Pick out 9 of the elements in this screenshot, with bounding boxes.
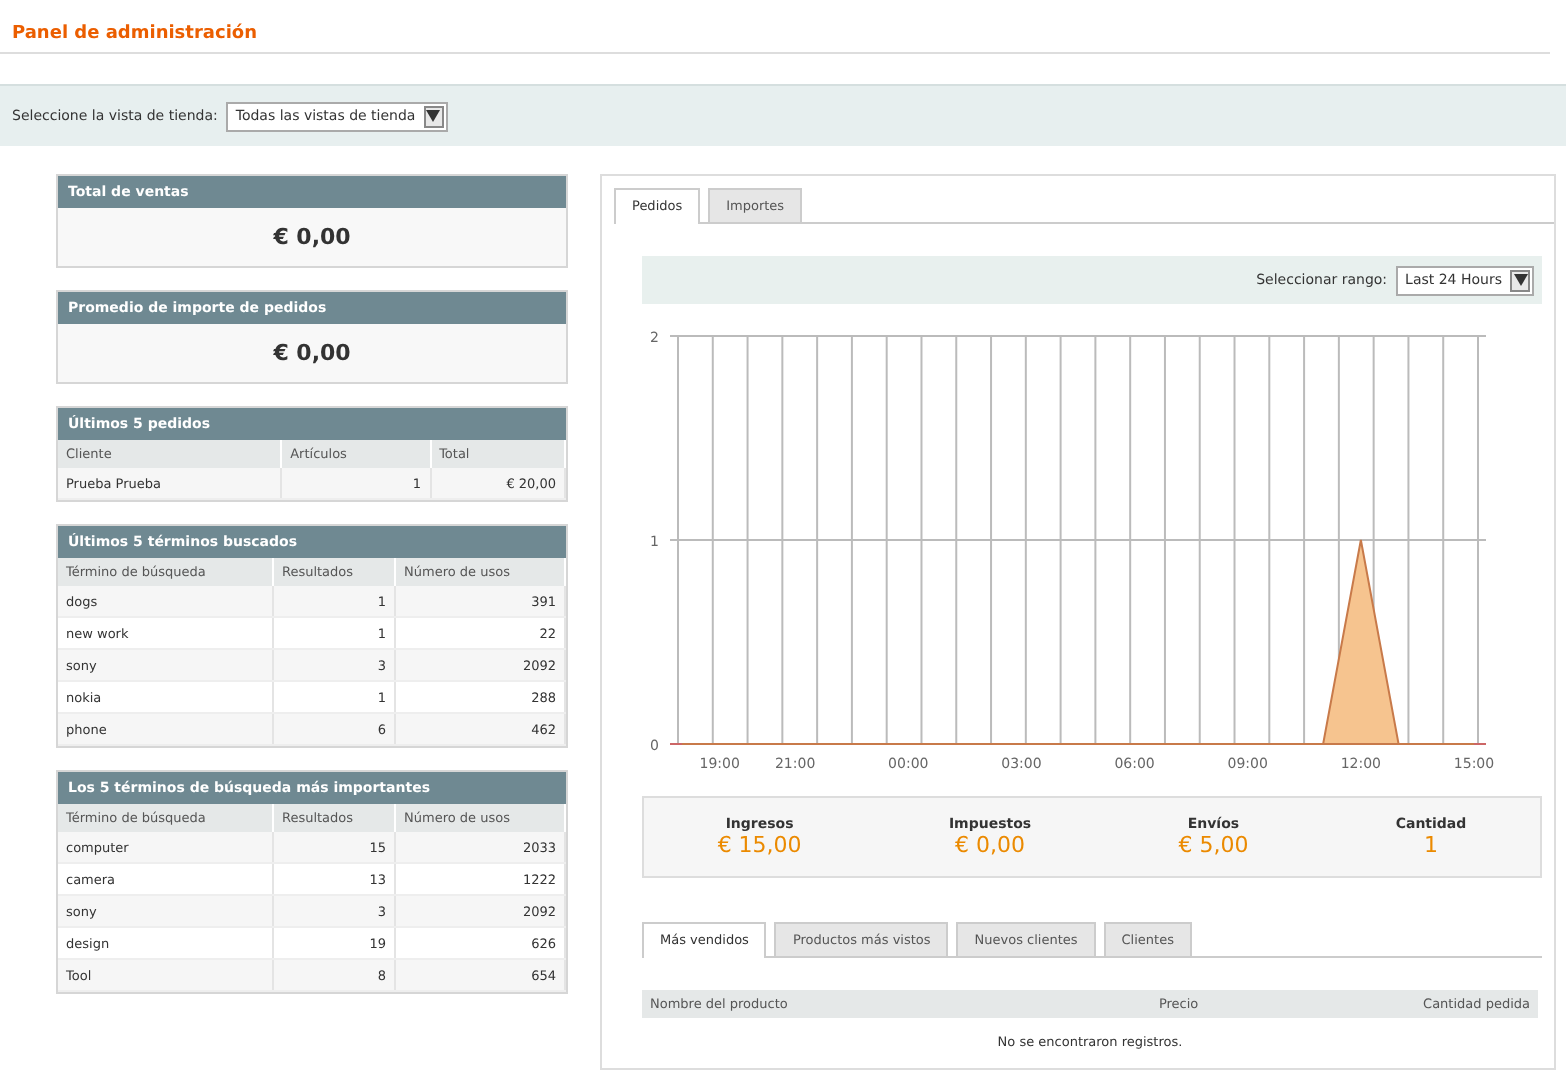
total-value: € 5,00 <box>1178 832 1249 858</box>
total-value: € 15,00 <box>717 832 802 858</box>
page-title: Panel de administración <box>0 0 1550 54</box>
summary-value: € 0,00 <box>271 338 353 370</box>
dropdown-icon <box>423 105 444 127</box>
total-value: € 0,00 <box>955 832 1025 858</box>
summary-value: € 0,00 <box>271 222 353 254</box>
total-value: 1 <box>1424 832 1438 858</box>
dropdown-icon <box>1510 269 1530 291</box>
